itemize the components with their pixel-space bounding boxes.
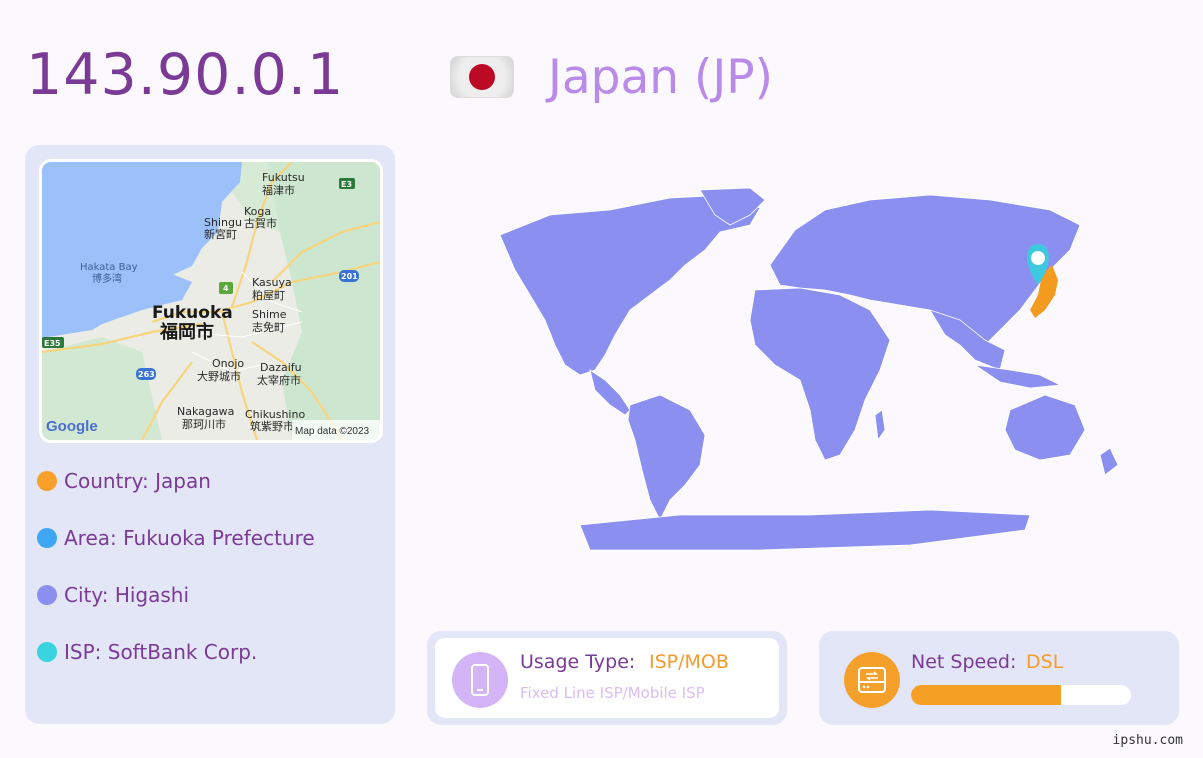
continent-australia xyxy=(1004,394,1086,461)
map-label-onojo: Onojo xyxy=(212,357,244,370)
ip-address-title: 143.90.0.1 xyxy=(26,42,345,108)
route-e3: E3 xyxy=(341,180,352,189)
info-city: City: Higashi xyxy=(37,580,189,610)
map-label-kasuya-jp: 粕屋町 xyxy=(252,288,285,302)
usage-type-label: Usage Type: xyxy=(520,651,636,673)
map-label-dazaifu-jp: 太宰府市 xyxy=(257,373,301,387)
area-dot xyxy=(37,528,57,548)
usage-type-value: ISP/MOB xyxy=(649,651,729,673)
continent-new-zealand xyxy=(1099,447,1119,476)
map-attribution: Map data ©2023 xyxy=(295,426,370,437)
map-label-bay-jp: 博多湾 xyxy=(92,272,122,285)
mobile-phone-icon xyxy=(452,652,508,708)
map-label-nakagawa-jp: 那珂川市 xyxy=(182,417,226,431)
hard-drive-icon xyxy=(844,652,900,708)
usage-type-description: Fixed Line ISP/Mobile ISP xyxy=(520,684,705,702)
continent-indonesia xyxy=(974,364,1062,389)
continent-africa xyxy=(749,287,891,461)
map-label-dazaifu: Dazaifu xyxy=(260,361,302,374)
map-label-nakagawa: Nakagawa xyxy=(177,405,234,418)
world-map xyxy=(430,170,1190,570)
continent-south-america xyxy=(627,394,706,521)
net-speed-bar xyxy=(911,685,1131,705)
info-country: Country: Japan xyxy=(37,466,211,496)
map-label-shime-jp: 志免町 xyxy=(252,320,285,334)
map-label-onojo-jp: 大野城市 xyxy=(197,369,241,383)
map-label-fukutsu: Fukutsu xyxy=(262,171,305,184)
info-country-text: Country: Japan xyxy=(64,469,211,493)
isp-dot xyxy=(37,642,57,662)
usage-type-card: Usage Type: ISP/MOB Fixed Line ISP/Mobil… xyxy=(427,631,787,725)
map-label-bay: Hakata Bay xyxy=(80,262,138,273)
route-e35: E35 xyxy=(44,339,61,348)
map-label-shingu-jp: 新宮町 xyxy=(204,227,237,241)
map-label-kasuya: Kasuya xyxy=(252,276,292,289)
map-label-fukuoka-jp: 福岡市 xyxy=(159,321,214,343)
net-speed-label: Net Speed: xyxy=(911,651,1017,673)
map-label-chikushino-jp: 筑紫野市 xyxy=(250,419,294,433)
continent-north-america xyxy=(499,194,761,376)
continent-central-america xyxy=(589,369,631,416)
japan-flag-icon xyxy=(450,56,514,98)
map-label-koga-jp: 古賀市 xyxy=(244,216,277,230)
map-label-fukuoka: Fukuoka xyxy=(152,303,233,323)
info-area-text: Area: Fukuoka Prefecture xyxy=(64,526,315,550)
route-4: 4 xyxy=(223,284,229,293)
country-dot xyxy=(37,471,57,491)
map-label-fukutsu-jp: 福津市 xyxy=(262,183,295,197)
city-dot xyxy=(37,585,57,605)
country-title: Japan (JP) xyxy=(548,50,773,105)
info-area: Area: Fukuoka Prefecture xyxy=(37,523,315,553)
map-label-shime: Shime xyxy=(252,308,287,321)
location-panel: Fukutsu 福津市 Koga 古賀市 Shingu 新宮町 Kasuya 粕… xyxy=(25,145,395,724)
net-speed-card: Net Speed: DSL xyxy=(819,631,1179,725)
location-map[interactable]: Fukutsu 福津市 Koga 古賀市 Shingu 新宮町 Kasuya 粕… xyxy=(39,159,383,443)
route-201: 201 xyxy=(341,272,358,281)
flag-sun xyxy=(469,64,495,90)
info-isp-text: ISP: SoftBank Corp. xyxy=(64,640,258,664)
info-isp: ISP: SoftBank Corp. xyxy=(37,637,257,667)
continent-madagascar xyxy=(874,409,886,442)
net-speed-value: DSL xyxy=(1026,651,1064,673)
google-logo: Google xyxy=(46,418,98,435)
info-city-text: City: Higashi xyxy=(64,583,190,607)
net-speed-bar-fill xyxy=(911,685,1061,705)
route-263: 263 xyxy=(138,370,155,379)
continent-antarctica xyxy=(579,509,1031,551)
site-watermark: ipshu.com xyxy=(1112,733,1183,748)
